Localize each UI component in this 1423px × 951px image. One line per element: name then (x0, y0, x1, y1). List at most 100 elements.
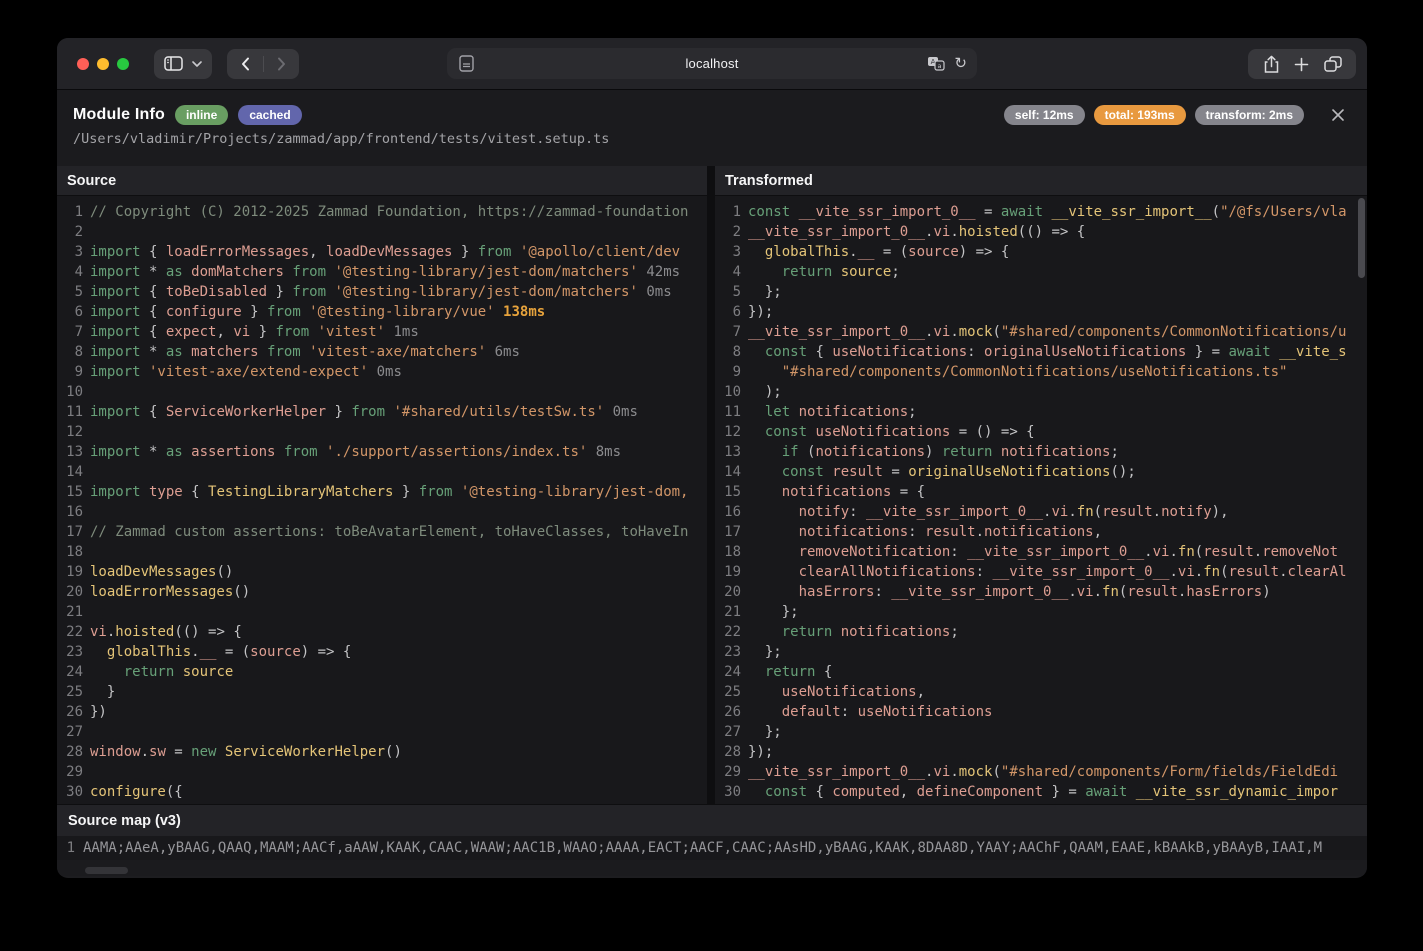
code-text: import { configure } from '@testing-libr… (90, 302, 707, 322)
code-text (90, 502, 707, 522)
share-icon (1263, 55, 1280, 74)
line-number: 1 (57, 202, 90, 222)
code-text: globalThis.__ = (source) => { (90, 642, 707, 662)
code-line: 1const __vite_ssr_import_0__ = await __v… (715, 202, 1367, 222)
forward-button[interactable] (264, 49, 299, 79)
cached-badge: cached (238, 105, 301, 125)
address-bar-actions: A a ↻ (927, 48, 967, 79)
code-line: 14 (57, 462, 707, 482)
code-text: }); (748, 302, 1367, 322)
plus-icon (1294, 57, 1309, 72)
vertical-scrollbar-thumb[interactable] (1358, 198, 1365, 278)
sourcemap-line: 1 AAMA;AAeA,yBAAG,QAAQ,MAAM;AACf,aAAW,KA… (57, 836, 1367, 860)
line-number: 25 (57, 682, 90, 702)
code-line: 6}); (715, 302, 1367, 322)
line-number: 13 (57, 442, 90, 462)
transformed-panel: Transformed 1const __vite_ssr_import_0__… (715, 166, 1367, 804)
line-number: 25 (715, 682, 748, 702)
line-number: 24 (715, 662, 748, 682)
code-line: 22vi.hoisted(() => { (57, 622, 707, 642)
code-line: 26 default: useNotifications (715, 702, 1367, 722)
back-button[interactable] (228, 49, 263, 79)
code-text: } (90, 682, 707, 702)
code-line: 12 const useNotifications = () => { (715, 422, 1367, 442)
code-text: import { ServiceWorkerHelper } from '#sh… (90, 402, 707, 422)
source-code-editor[interactable]: 1// Copyright (C) 2012-2025 Zammad Found… (57, 196, 707, 804)
line-number: 9 (57, 362, 90, 382)
line-number: 3 (715, 242, 748, 262)
code-line: 8import * as matchers from 'vitest-axe/m… (57, 342, 707, 362)
tab-overview-icon (1324, 56, 1342, 72)
line-number: 28 (715, 742, 748, 762)
line-number: 26 (57, 702, 90, 722)
line-number: 27 (715, 722, 748, 742)
self-time-badge: self: 12ms (1004, 105, 1085, 125)
line-number: 7 (57, 322, 90, 342)
code-text: import * as domMatchers from '@testing-l… (90, 262, 707, 282)
line-number: 11 (715, 402, 748, 422)
code-line: 28window.sw = new ServiceWorkerHelper() (57, 742, 707, 762)
line-number: 9 (715, 362, 748, 382)
code-text: }; (748, 282, 1367, 302)
tab-overview-button[interactable] (1324, 56, 1342, 72)
line-number: 1 (715, 202, 748, 222)
line-number: 14 (715, 462, 748, 482)
sidebar-icon (164, 56, 183, 71)
line-number: 15 (715, 482, 748, 502)
code-text: import { toBeDisabled } from '@testing-l… (90, 282, 707, 302)
code-text: clearAllNotifications: __vite_ssr_import… (748, 562, 1367, 582)
code-text: }) (90, 702, 707, 722)
code-text (90, 602, 707, 622)
code-line: 5import { toBeDisabled } from '@testing-… (57, 282, 707, 302)
line-number: 12 (57, 422, 90, 442)
toolbar-right-buttons (1248, 49, 1356, 79)
code-text: // Copyright (C) 2012-2025 Zammad Founda… (90, 202, 707, 222)
code-line: 13import * as assertions from './support… (57, 442, 707, 462)
code-line: 18 removeNotification: __vite_ssr_import… (715, 542, 1367, 562)
line-number: 30 (715, 782, 748, 802)
code-text: loadDevMessages() (90, 562, 707, 582)
line-number: 11 (57, 402, 90, 422)
line-number: 2 (715, 222, 748, 242)
line-number: 20 (715, 582, 748, 602)
translate-icon[interactable]: A a (927, 56, 945, 71)
code-line: 7import { expect, vi } from 'vitest' 1ms (57, 322, 707, 342)
code-text: ); (748, 382, 1367, 402)
inline-badge: inline (175, 105, 228, 125)
sourcemap-section: Source map (v3) 1 AAMA;AAeA,yBAAG,QAAQ,M… (57, 804, 1367, 876)
line-number: 24 (57, 662, 90, 682)
new-tab-button[interactable] (1294, 57, 1309, 72)
code-text: import * as assertions from './support/a… (90, 442, 707, 462)
code-line: 2__vite_ssr_import_0__.vi.hoisted(() => … (715, 222, 1367, 242)
transformed-code-editor[interactable]: 1const __vite_ssr_import_0__ = await __v… (715, 196, 1367, 804)
line-number: 21 (57, 602, 90, 622)
code-text: return source (90, 662, 707, 682)
code-text (90, 422, 707, 442)
minimize-window-button[interactable] (97, 58, 109, 70)
line-number: 14 (57, 462, 90, 482)
sidebar-toggle-button[interactable] (154, 49, 212, 79)
code-line: 26}) (57, 702, 707, 722)
code-line: 14 const result = originalUseNotificatio… (715, 462, 1367, 482)
horizontal-scrollbar-thumb[interactable] (85, 867, 128, 874)
code-line: 11 let notifications; (715, 402, 1367, 422)
code-line: 19 clearAllNotifications: __vite_ssr_imp… (715, 562, 1367, 582)
address-bar[interactable]: localhost A a ↻ (447, 48, 977, 79)
code-text: notifications: result.notifications, (748, 522, 1367, 542)
code-line: 17// Zammad custom assertions: toBeAvata… (57, 522, 707, 542)
sourcemap-title: Source map (v3) (57, 804, 1367, 836)
close-window-button[interactable] (77, 58, 89, 70)
sourcemap-scroll-track (57, 860, 1367, 876)
reload-button[interactable]: ↻ (954, 56, 967, 71)
code-text: loadErrorMessages() (90, 582, 707, 602)
code-text (90, 382, 707, 402)
code-line: 7__vite_ssr_import_0__.vi.mock("#shared/… (715, 322, 1367, 342)
module-info-header: Module Info inline cached self: 12ms tot… (57, 90, 1367, 166)
code-line: 21 (57, 602, 707, 622)
code-text: __vite_ssr_import_0__.vi.mock("#shared/c… (748, 322, 1367, 342)
zoom-window-button[interactable] (117, 58, 129, 70)
code-text: "#shared/components/CommonNotifications/… (748, 362, 1367, 382)
close-module-info-button[interactable] (1331, 108, 1345, 122)
share-button[interactable] (1263, 55, 1280, 74)
code-text: }); (748, 742, 1367, 762)
